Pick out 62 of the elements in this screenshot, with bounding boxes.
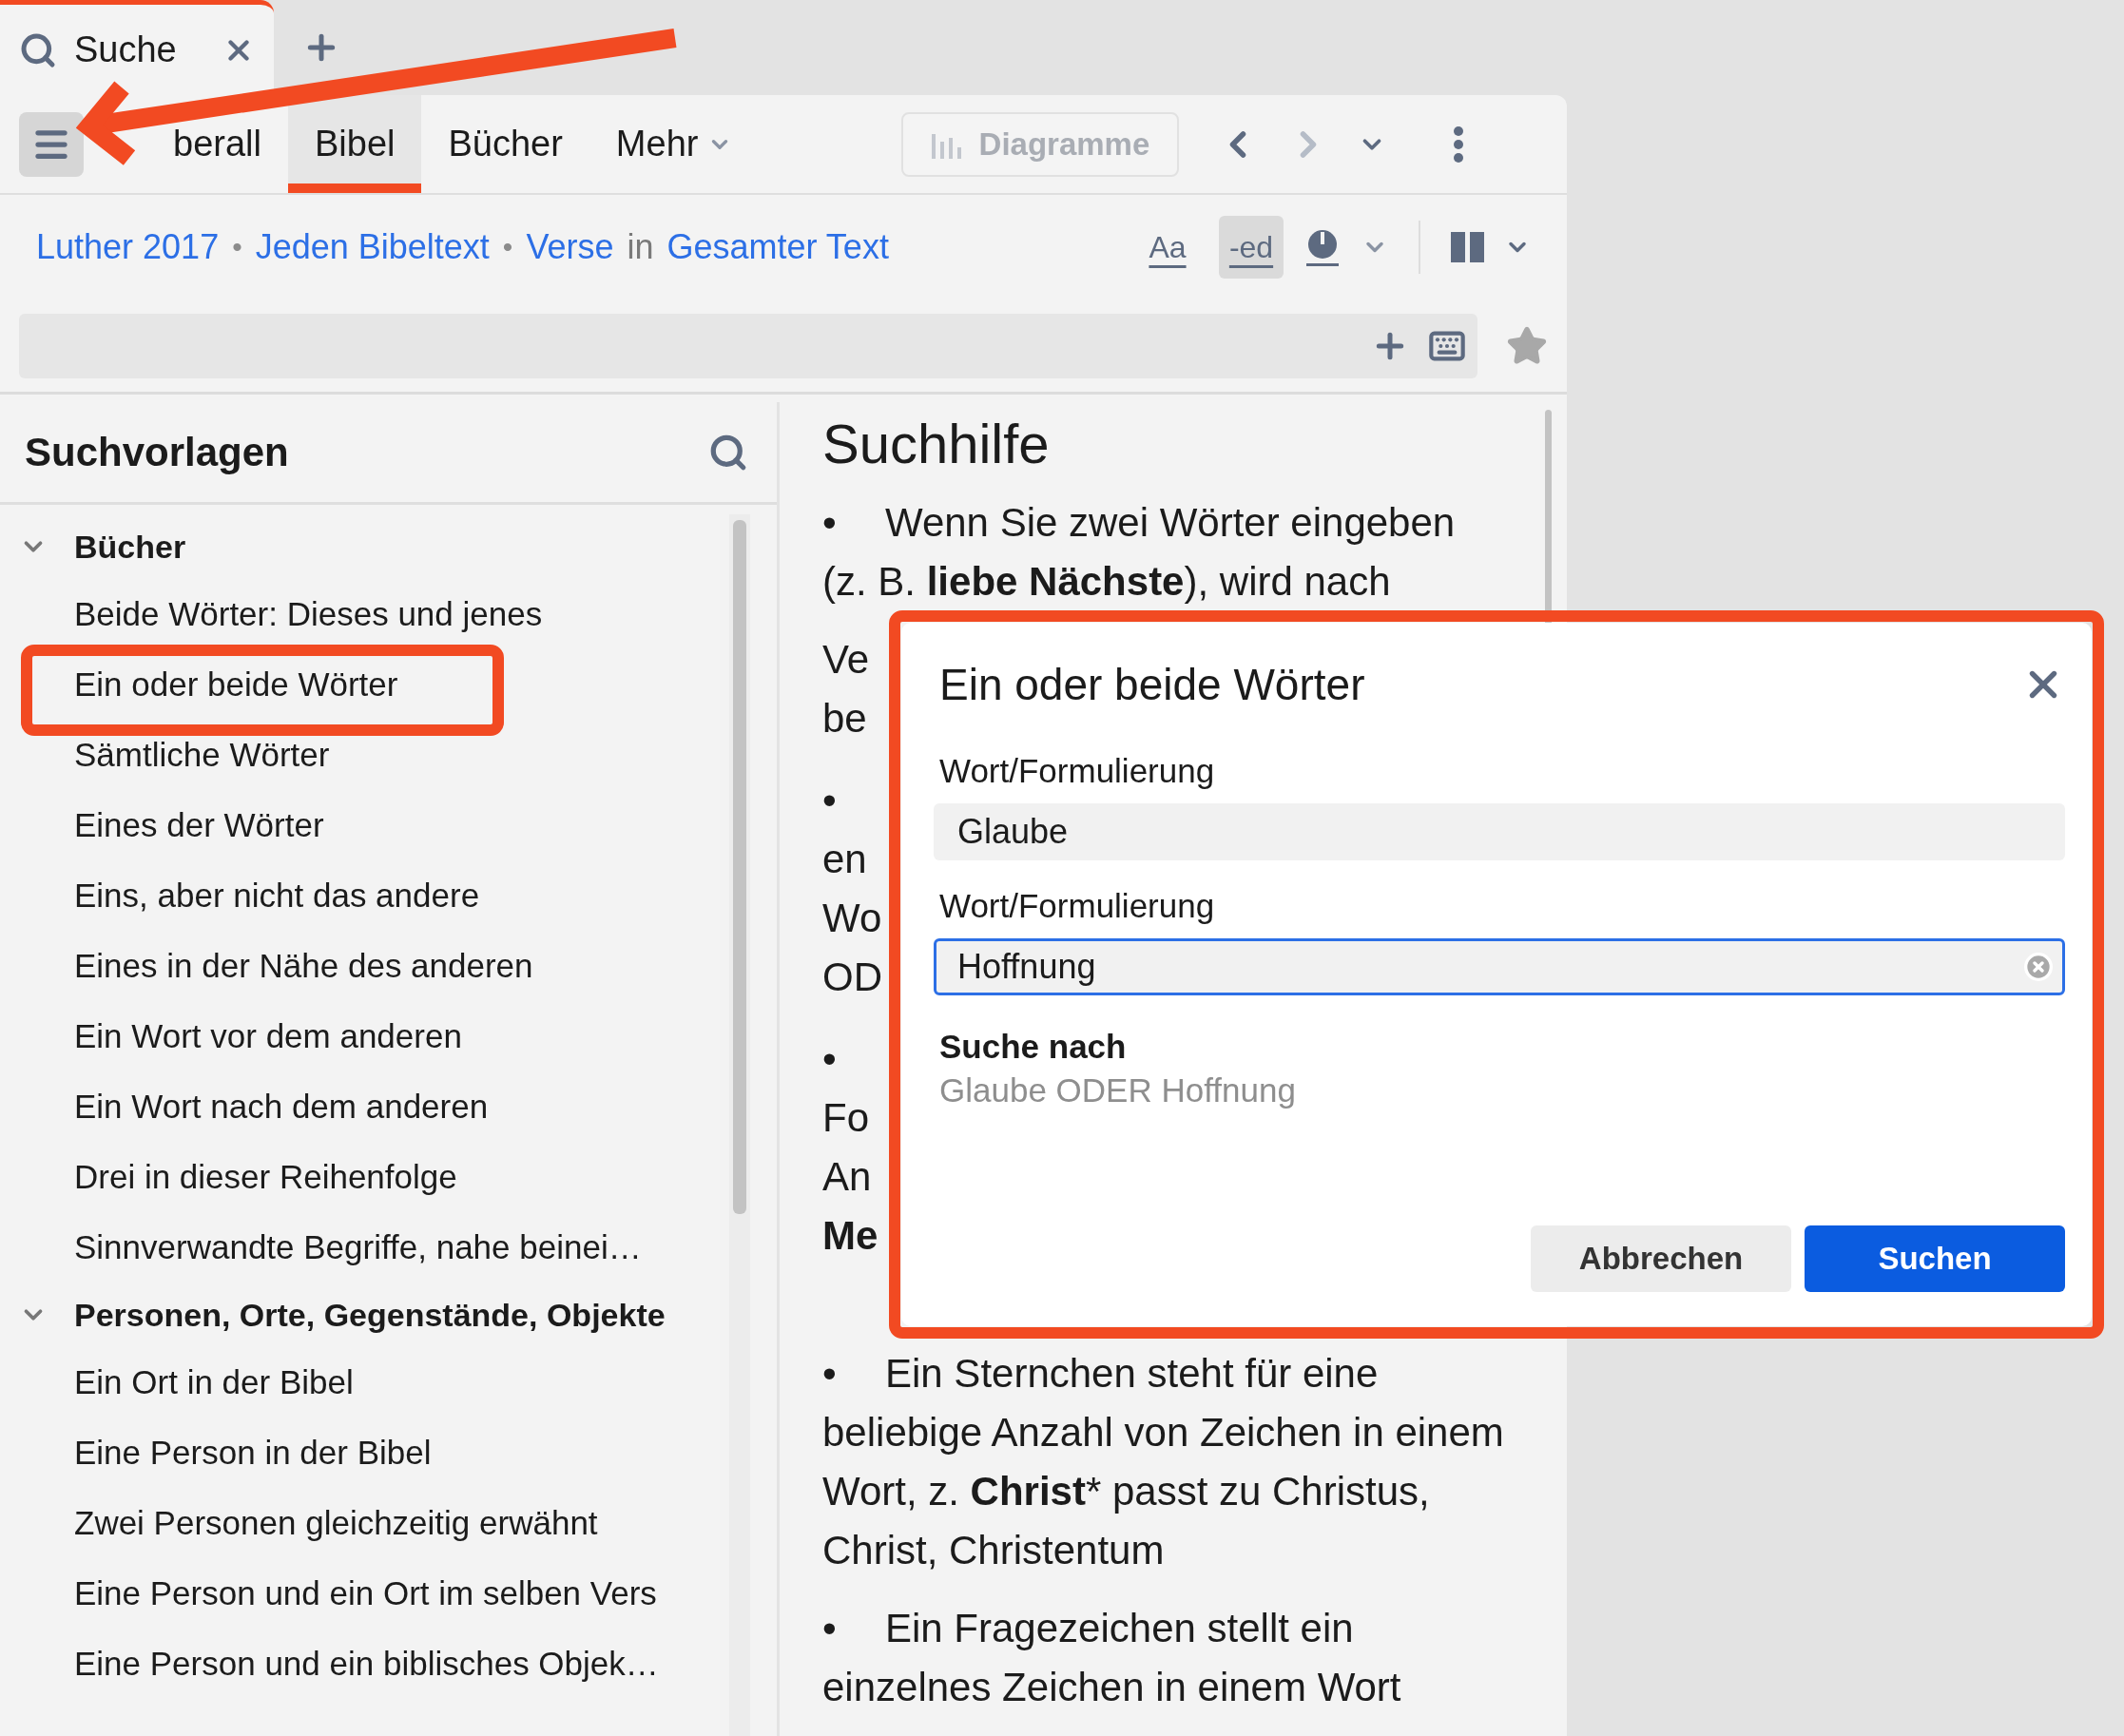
word-input-field[interactable]: Glaube: [934, 803, 2065, 860]
columns-icon[interactable]: [1451, 230, 1485, 264]
scope-text: in: [627, 227, 654, 267]
separator-dot: •: [232, 231, 242, 263]
template-item[interactable]: Eine Person in der Bibel: [0, 1418, 729, 1488]
summary-text: Glaube ODER Hoffnung: [939, 1071, 1297, 1109]
tab-label: Suche: [74, 29, 178, 70]
tree-group[interactable]: Personen, Orte, Gegenstände, Objekte: [0, 1283, 729, 1347]
help-text-fragment: en: [822, 837, 867, 881]
template-item[interactable]: Eins, aber nicht das andere: [0, 860, 729, 931]
template-item[interactable]: Sinnverwandte Begriffe, nahe beinei…: [0, 1212, 729, 1283]
template-item[interactable]: Sämtliche Wörter: [0, 720, 729, 790]
help-text-fragment: OD: [822, 955, 882, 999]
format-toggle[interactable]: -ed: [1219, 216, 1284, 279]
template-item[interactable]: Ein oder beide Wörter: [0, 649, 729, 720]
help-text-fragment: Me: [822, 1213, 879, 1258]
template-item[interactable]: Eines in der Nähe des anderen: [0, 931, 729, 1001]
template-item[interactable]: Eine Person und ein Ort im selben Vers: [0, 1558, 729, 1629]
scope-link[interactable]: Jeden Bibeltext: [255, 227, 490, 267]
more-options-button[interactable]: [1453, 125, 1465, 164]
template-item[interactable]: Ein Ort in der Bibel: [0, 1347, 729, 1418]
help-text-fragment: •: [822, 778, 837, 822]
document-tab[interactable]: Suche: [0, 0, 274, 95]
scope-link[interactable]: Verse: [526, 227, 614, 267]
search-button[interactable]: Suchen: [1805, 1225, 2065, 1292]
separator-dot: •: [502, 231, 513, 263]
help-title: Suchhilfe: [822, 412, 1051, 476]
scope-link[interactable]: Luther 2017: [36, 227, 220, 267]
template-item[interactable]: Zwei Personen gleichzeitig erwähnt: [0, 1488, 729, 1558]
template-item[interactable]: Beide Wörter: Dieses und jenes: [0, 579, 729, 649]
template-item[interactable]: Ein Wort nach dem anderen: [0, 1071, 729, 1142]
mode-tab[interactable]: berall: [173, 117, 261, 171]
help-paragraph: • Ein Sternchen steht für eine beliebige Anzahl von Zeichen in einem Wort, z. Christ* passt zu Christus, Christ, Christentum: [822, 1350, 1505, 1574]
tree-group[interactable]: Bücher: [0, 514, 729, 579]
kebab-icon: [1453, 125, 1465, 164]
cancel-button[interactable]: Abbrechen: [1531, 1225, 1791, 1292]
help-text-fragment: Wo: [822, 896, 882, 940]
panel-title: Suchvorlagen: [25, 429, 289, 475]
template-item[interactable]: Eines der Wörter: [0, 790, 729, 860]
help-text-fragment: An: [822, 1154, 872, 1199]
help-paragraph: • Wenn Sie zwei Wörter eingeben (z. B. liebe Nächste), wird nach: [822, 499, 1457, 606]
template-item[interactable]: Ein Wort vor dem anderen: [0, 1001, 729, 1071]
help-paragraph: • Ein Fragezeichen stellt ein einzelnes Zeichen in einem Wort: [822, 1605, 1402, 1711]
mode-tab[interactable]: Bücher: [448, 117, 563, 171]
format-toggle[interactable]: Aa: [1135, 216, 1200, 279]
mode-tab[interactable]: Bibel: [287, 95, 422, 193]
scrollbar-thumb[interactable]: [733, 520, 746, 1214]
help-text-fragment: Fo: [822, 1095, 869, 1140]
word-input-field[interactable]: Hoffnung: [934, 938, 2065, 995]
field-label: Wort/Formulierung: [939, 887, 1216, 925]
field-label: Wort/Formulierung: [939, 752, 1216, 790]
template-item[interactable]: Drei in dieser Reihenfolge: [0, 1142, 729, 1212]
help-text-fragment: Ve: [822, 637, 870, 682]
dialog-title: Ein oder beide Wörter: [939, 659, 1365, 710]
help-text-fragment: be: [822, 696, 867, 741]
scope-link[interactable]: Gesamter Text: [666, 227, 889, 267]
search-input-field[interactable]: [19, 313, 1477, 378]
help-text-fragment: •: [822, 1036, 837, 1081]
menu-button[interactable]: [19, 111, 84, 177]
mode-tab[interactable]: Mehr: [615, 117, 733, 171]
summary-label: Suche nach: [939, 1028, 1128, 1066]
template-item[interactable]: Eine Person und ein biblisches Objek…: [0, 1629, 729, 1699]
